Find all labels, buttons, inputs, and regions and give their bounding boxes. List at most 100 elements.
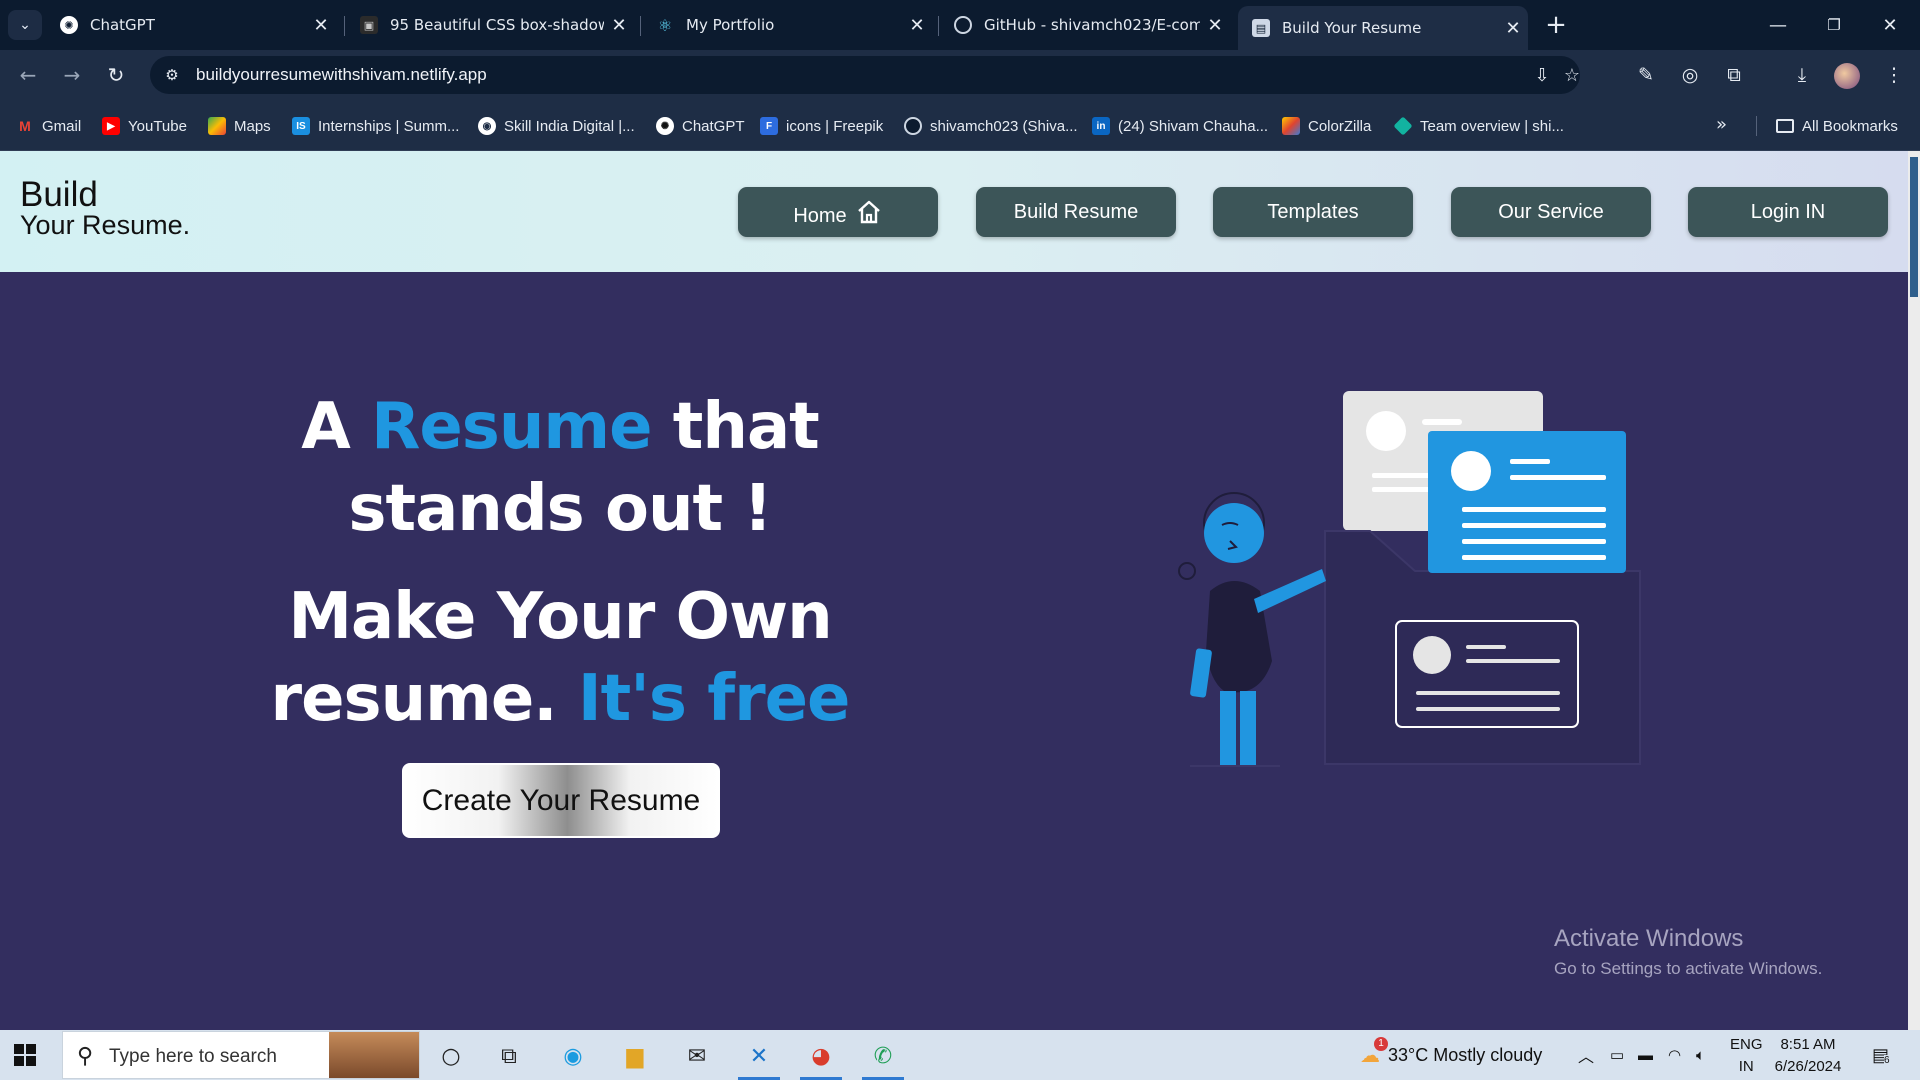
url-text[interactable]: buildyourresumewithshivam.netlify.app bbox=[196, 65, 487, 85]
diamond-icon bbox=[1393, 116, 1413, 136]
logo-line-1: Build bbox=[20, 175, 98, 214]
page-scrollbar[interactable] bbox=[1908, 151, 1920, 1030]
bookmark-label: Team overview | shi... bbox=[1420, 117, 1564, 135]
taskbar-clock[interactable]: 8:51 AM 6/26/2024 bbox=[1760, 1034, 1856, 1078]
tab-github[interactable]: GitHub - shivamch023/E-comm ✕ bbox=[940, 8, 1230, 42]
extensions-puzzle-icon[interactable]: ⧉ bbox=[1720, 62, 1748, 88]
close-tab-icon[interactable]: ✕ bbox=[604, 15, 634, 36]
react-icon: ⚛ bbox=[657, 15, 673, 35]
close-tab-icon[interactable]: ✕ bbox=[1200, 15, 1230, 36]
bookmark-github-profile[interactable]: shivamch023 (Shiva... bbox=[904, 115, 1078, 137]
tab-chatgpt[interactable]: ✺ ChatGPT ✕ bbox=[46, 8, 336, 42]
weather-widget[interactable]: ☁ 1 33°C Mostly cloudy bbox=[1360, 1030, 1542, 1080]
show-hidden-icons-chevron[interactable]: ︿ bbox=[1578, 1030, 1594, 1080]
windows-start-icon[interactable] bbox=[14, 1044, 36, 1066]
nav-login-button[interactable]: Login IN bbox=[1688, 187, 1888, 237]
profile-avatar[interactable] bbox=[1834, 63, 1860, 89]
back-arrow-icon[interactable]: ← bbox=[10, 58, 46, 92]
hero-text: stands out ! bbox=[348, 472, 772, 546]
nav-label: Login IN bbox=[1750, 200, 1826, 223]
bookmark-label: All Bookmarks bbox=[1802, 117, 1898, 135]
hero-accent-text: Resume bbox=[371, 390, 652, 464]
taskbar-search-box[interactable]: ⚲ Type here to search bbox=[62, 1031, 420, 1079]
minimize-button[interactable]: — bbox=[1750, 8, 1806, 42]
reload-icon[interactable]: ↻ bbox=[98, 58, 134, 92]
cortana-icon[interactable]: ○ bbox=[428, 1036, 474, 1076]
tab-title: My Portfolio bbox=[686, 16, 775, 34]
hero-text: resume. bbox=[270, 662, 578, 736]
tab-css-box-shadow[interactable]: ▣ 95 Beautiful CSS box-shadow ex ✕ bbox=[346, 8, 634, 42]
new-tab-button[interactable]: + bbox=[1540, 10, 1572, 40]
bookmark-star-icon[interactable]: ☆ bbox=[1560, 64, 1584, 86]
bookmark-youtube[interactable]: ▶ YouTube bbox=[102, 115, 187, 137]
bookmark-freepik[interactable]: F icons | Freepik bbox=[760, 115, 883, 137]
bookmark-internships[interactable]: IS Internships | Summ... bbox=[292, 115, 459, 137]
language-indicator[interactable]: ENG IN bbox=[1730, 1034, 1763, 1078]
bookmarks-bar: M Gmail ▶ YouTube Maps IS Internships | … bbox=[0, 100, 1920, 151]
meet-now-icon[interactable]: ▭ bbox=[1610, 1030, 1624, 1080]
scrollbar-thumb[interactable] bbox=[1910, 157, 1918, 297]
all-bookmarks[interactable]: All Bookmarks bbox=[1776, 115, 1898, 137]
nav-our-service-button[interactable]: Our Service bbox=[1451, 187, 1651, 237]
extension-target-icon[interactable]: ◎ bbox=[1676, 62, 1704, 88]
bookmark-skill-india[interactable]: ◉ Skill India Digital |... bbox=[478, 115, 635, 137]
bookmark-linkedin[interactable]: in (24) Shivam Chauha... bbox=[1092, 115, 1268, 137]
nav-templates-button[interactable]: Templates bbox=[1213, 187, 1413, 237]
vscode-icon[interactable]: ✕ bbox=[736, 1036, 782, 1080]
bookmark-label: YouTube bbox=[128, 117, 187, 135]
language-code: ENG bbox=[1730, 1036, 1763, 1053]
menu-kebab-icon[interactable]: ⋮ bbox=[1880, 62, 1908, 88]
linkedin-icon: in bbox=[1092, 117, 1110, 135]
tab-build-your-resume[interactable]: ▤ Build Your Resume ✕ bbox=[1238, 6, 1528, 50]
create-resume-button[interactable]: Create Your Resume bbox=[402, 763, 720, 838]
github-icon bbox=[954, 16, 972, 34]
tab-separator bbox=[640, 16, 641, 36]
volume-icon[interactable]: 🔈︎ bbox=[1696, 1030, 1705, 1080]
bookmark-chatgpt[interactable]: ✺ ChatGPT bbox=[656, 115, 745, 137]
folder-icon bbox=[1776, 119, 1794, 133]
weather-badge: 1 bbox=[1374, 1036, 1388, 1051]
activate-windows-watermark: Activate Windows Go to Settings to activ… bbox=[1554, 925, 1822, 979]
nav-build-resume-button[interactable]: Build Resume bbox=[976, 187, 1176, 237]
eyedropper-icon[interactable]: ✎ bbox=[1632, 62, 1660, 88]
tab-search-dropdown[interactable]: ⌄ bbox=[8, 10, 42, 40]
downloads-icon[interactable]: ⤓ bbox=[1788, 62, 1816, 88]
tab-my-portfolio[interactable]: ⚛ My Portfolio ✕ bbox=[642, 8, 932, 42]
bookmark-colorzilla[interactable]: ColorZilla bbox=[1282, 115, 1371, 137]
close-tab-icon[interactable]: ✕ bbox=[306, 15, 336, 36]
hero-subheadline: Make Your Own resume. It's free bbox=[180, 576, 940, 740]
whatsapp-icon[interactable]: ✆ bbox=[860, 1036, 906, 1080]
site-info-icon[interactable]: ⚙ bbox=[160, 63, 184, 87]
address-bar[interactable]: ⚙ buildyourresumewithshivam.netlify.app … bbox=[150, 56, 1580, 94]
close-window-button[interactable]: ✕ bbox=[1862, 8, 1918, 42]
restore-button[interactable]: ❐ bbox=[1806, 8, 1862, 42]
bookmark-label: icons | Freepik bbox=[786, 117, 884, 135]
edge-icon[interactable]: ◉ bbox=[550, 1036, 596, 1076]
bookmark-maps[interactable]: Maps bbox=[208, 115, 271, 137]
wifi-icon[interactable]: ◠ bbox=[1668, 1030, 1681, 1080]
site-logo[interactable]: Build Your Resume. bbox=[20, 177, 190, 239]
forward-arrow-icon[interactable]: → bbox=[54, 58, 90, 92]
more-bookmarks-icon[interactable]: » bbox=[1716, 114, 1727, 135]
cta-label: Create Your Resume bbox=[421, 783, 701, 817]
nav-home-button[interactable]: Home bbox=[738, 187, 938, 237]
file-explorer-icon[interactable]: ▆ bbox=[612, 1036, 658, 1076]
nav-label: Templates bbox=[1267, 200, 1359, 223]
close-tab-icon[interactable]: ✕ bbox=[902, 15, 932, 36]
bookmark-gmail[interactable]: M Gmail bbox=[16, 115, 81, 137]
chrome-icon[interactable]: ◕ bbox=[798, 1036, 844, 1080]
bookmark-label: shivamch023 (Shiva... bbox=[930, 117, 1078, 135]
mail-icon[interactable]: ✉ bbox=[674, 1036, 720, 1076]
colorzilla-icon bbox=[1282, 117, 1300, 135]
bookmark-team-overview[interactable]: Team overview | shi... bbox=[1393, 115, 1564, 137]
task-view-icon[interactable]: ⧉ bbox=[486, 1036, 532, 1076]
bookmark-separator bbox=[1756, 116, 1757, 136]
notification-center-icon[interactable]: ▤ 6 bbox=[1872, 1030, 1890, 1080]
hero-headline: A Resume that stands out ! bbox=[180, 386, 940, 550]
tab-title: ChatGPT bbox=[90, 16, 155, 34]
bookmark-label: Internships | Summ... bbox=[318, 117, 460, 135]
close-tab-icon[interactable]: ✕ bbox=[1498, 18, 1528, 39]
battery-icon[interactable]: ▬ bbox=[1638, 1030, 1653, 1080]
install-app-icon[interactable]: ⇩ bbox=[1530, 64, 1554, 86]
github-icon bbox=[904, 117, 922, 135]
